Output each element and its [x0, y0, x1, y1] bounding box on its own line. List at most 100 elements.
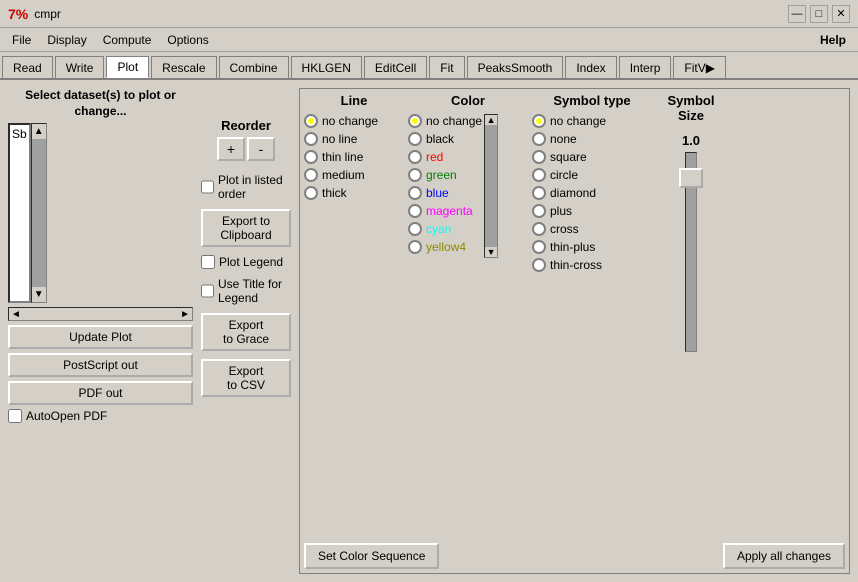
tab-fitv[interactable]: FitV▶	[673, 56, 726, 78]
color-yellow4[interactable]: yellow4	[408, 240, 482, 254]
color-scrollbar[interactable]: ▲ ▼	[484, 114, 498, 258]
menu-file[interactable]: File	[4, 31, 39, 49]
color-black[interactable]: black	[408, 132, 482, 146]
dataset-item[interactable]: Sb	[12, 127, 27, 141]
sym-square-radio[interactable]	[532, 150, 546, 164]
plot-legend-checkbox[interactable]	[201, 255, 215, 269]
tab-read[interactable]: Read	[2, 56, 53, 78]
color-scroll-up[interactable]: ▲	[485, 115, 497, 125]
line-medium-radio[interactable]	[304, 168, 318, 182]
sym-thin-cross-radio[interactable]	[532, 258, 546, 272]
export-grace-button[interactable]: Export to Grace	[201, 313, 291, 351]
color-blue[interactable]: blue	[408, 186, 482, 200]
color-no-change-radio[interactable]	[408, 114, 422, 128]
auto-open-checkbox[interactable]	[8, 409, 22, 423]
sym-thin-plus-radio[interactable]	[532, 240, 546, 254]
tab-write[interactable]: Write	[55, 56, 105, 78]
main-content: Select dataset(s) to plot or change... S…	[0, 80, 858, 582]
color-scroll-down[interactable]: ▼	[485, 247, 497, 257]
export-clipboard-button[interactable]: Export to Clipboard	[201, 209, 291, 247]
list-scroll-down[interactable]: ▼	[32, 287, 46, 302]
sym-plus-radio[interactable]	[532, 204, 546, 218]
tab-rescale[interactable]: Rescale	[151, 56, 216, 78]
sym-none[interactable]: none	[532, 132, 652, 146]
close-button[interactable]: ✕	[832, 5, 850, 23]
menu-help[interactable]: Help	[812, 31, 854, 49]
sym-square[interactable]: square	[532, 150, 652, 164]
menu-compute[interactable]: Compute	[95, 31, 160, 49]
reorder-minus[interactable]: -	[247, 137, 275, 161]
menu-options[interactable]: Options	[159, 31, 216, 49]
color-no-change[interactable]: no change	[408, 114, 482, 128]
color-yellow4-radio[interactable]	[408, 240, 422, 254]
line-thin[interactable]: thin line	[304, 150, 404, 164]
sym-circle-radio[interactable]	[532, 168, 546, 182]
auto-open-label: AutoOpen PDF	[26, 409, 107, 423]
dataset-list[interactable]: Sb	[8, 123, 31, 303]
color-black-radio[interactable]	[408, 132, 422, 146]
sym-diamond-radio[interactable]	[532, 186, 546, 200]
use-title-checkbox[interactable]	[201, 284, 214, 298]
tab-combine[interactable]: Combine	[219, 56, 289, 78]
plot-order-checkbox[interactable]	[201, 180, 214, 194]
pdf-button[interactable]: PDF out	[8, 381, 193, 405]
sym-none-label: none	[550, 132, 577, 146]
restore-button[interactable]: □	[810, 5, 828, 23]
sym-cross[interactable]: cross	[532, 222, 652, 236]
color-black-label: black	[426, 132, 454, 146]
tab-hklgen[interactable]: HKLGEN	[291, 56, 362, 78]
color-magenta-radio[interactable]	[408, 204, 422, 218]
scroll-left[interactable]: ◄	[9, 309, 23, 320]
window-controls[interactable]: — □ ✕	[788, 5, 850, 23]
apply-button[interactable]: Apply all changes	[723, 543, 845, 569]
set-color-button[interactable]: Set Color Sequence	[304, 543, 439, 569]
sym-thin-cross-label: thin-cross	[550, 258, 602, 272]
sym-plus[interactable]: plus	[532, 204, 652, 218]
line-no-change[interactable]: no change	[304, 114, 404, 128]
tab-interp[interactable]: Interp	[619, 56, 672, 78]
tab-plot[interactable]: Plot	[106, 56, 149, 78]
scroll-right[interactable]: ►	[178, 309, 192, 320]
list-scroll-up[interactable]: ▲	[32, 124, 46, 139]
line-medium[interactable]: medium	[304, 168, 404, 182]
sym-diamond[interactable]: diamond	[532, 186, 652, 200]
line-no-change-radio[interactable]	[304, 114, 318, 128]
tab-editcell[interactable]: EditCell	[364, 56, 427, 78]
export-csv-button[interactable]: Export to CSV	[201, 359, 291, 397]
sym-no-change[interactable]: no change	[532, 114, 652, 128]
line-thick[interactable]: thick	[304, 186, 404, 200]
color-list: no change black red green	[408, 114, 482, 258]
line-no-line[interactable]: no line	[304, 132, 404, 146]
color-red-radio[interactable]	[408, 150, 422, 164]
reorder-plus[interactable]: +	[217, 137, 245, 161]
color-blue-radio[interactable]	[408, 186, 422, 200]
reorder-label: Reorder	[201, 118, 291, 133]
line-no-line-radio[interactable]	[304, 132, 318, 146]
size-slider-thumb[interactable]	[679, 168, 703, 188]
color-cyan[interactable]: cyan	[408, 222, 482, 236]
sym-none-radio[interactable]	[532, 132, 546, 146]
sym-cross-radio[interactable]	[532, 222, 546, 236]
color-section: Color no change black red	[408, 93, 528, 537]
line-thick-radio[interactable]	[304, 186, 318, 200]
sym-thin-cross[interactable]: thin-cross	[532, 258, 652, 272]
color-cyan-radio[interactable]	[408, 222, 422, 236]
tab-index[interactable]: Index	[565, 56, 616, 78]
sym-circle[interactable]: circle	[532, 168, 652, 182]
color-magenta[interactable]: magenta	[408, 204, 482, 218]
sym-thin-plus[interactable]: thin-plus	[532, 240, 652, 254]
minimize-button[interactable]: —	[788, 5, 806, 23]
color-scroll-track	[485, 125, 497, 247]
color-green-radio[interactable]	[408, 168, 422, 182]
color-green[interactable]: green	[408, 168, 482, 182]
color-red[interactable]: red	[408, 150, 482, 164]
tab-peakssmooth[interactable]: PeaksSmooth	[467, 56, 564, 78]
update-plot-button[interactable]: Update Plot	[8, 325, 193, 349]
menu-display[interactable]: Display	[39, 31, 94, 49]
line-thin-radio[interactable]	[304, 150, 318, 164]
size-slider-container	[677, 152, 705, 352]
tab-fit[interactable]: Fit	[429, 56, 464, 78]
sym-no-change-radio[interactable]	[532, 114, 546, 128]
postscript-button[interactable]: PostScript out	[8, 353, 193, 377]
h-scrollbar[interactable]: ◄ ►	[8, 307, 193, 321]
